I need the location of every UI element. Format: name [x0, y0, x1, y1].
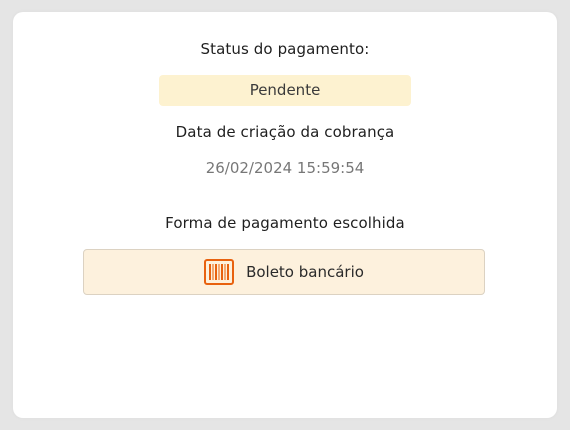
status-badge: Pendente	[159, 75, 411, 106]
status-label: Status do pagamento:	[200, 40, 370, 58]
payment-status-card: Status do pagamento: Pendente Data de cr…	[13, 12, 557, 418]
barcode-icon	[204, 259, 235, 285]
payment-method-label: Forma de pagamento escolhida	[165, 214, 405, 232]
payment-method-value: Boleto bancário	[246, 263, 364, 281]
created-date-value: 26/02/2024 15:59:54	[205, 159, 365, 177]
payment-method-option[interactable]: Boleto bancário	[83, 249, 485, 295]
created-date-label: Data de criação da cobrança	[175, 123, 395, 141]
